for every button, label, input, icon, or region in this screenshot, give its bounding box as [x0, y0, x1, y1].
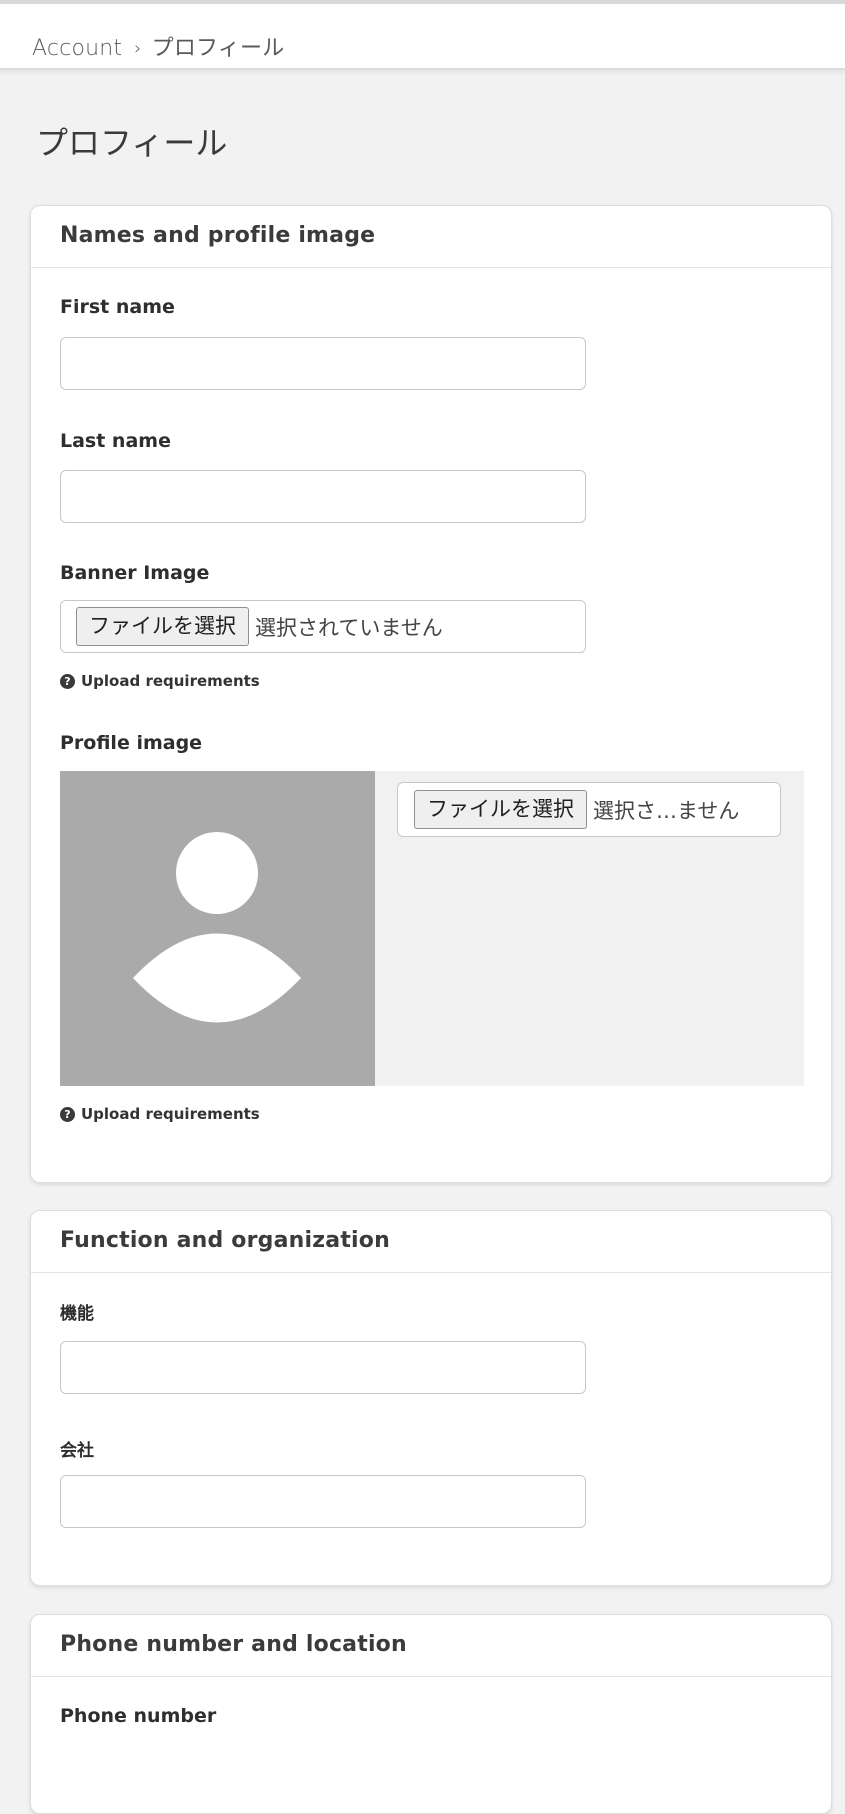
banner-upload-requirements-text: Upload requirements	[81, 672, 260, 690]
breadcrumb-account-link[interactable]: Account	[32, 36, 122, 61]
phone-card-header: Phone number and location	[31, 1615, 831, 1677]
names-card-title: Names and profile image	[60, 223, 376, 248]
first-name-label: First name	[60, 296, 175, 318]
question-circle-icon: ?	[60, 1106, 75, 1122]
profile-file-status: 選択さ…ません	[593, 798, 740, 823]
first-name-input[interactable]	[60, 337, 586, 390]
profile-choose-file-button[interactable]: ファイルを選択	[414, 790, 587, 829]
top-bar: Account › プロフィール	[0, 0, 845, 70]
names-card-header: Names and profile image	[31, 206, 831, 268]
company-input[interactable]	[60, 1475, 586, 1528]
company-label: 会社	[60, 1441, 94, 1461]
profile-image-zone: ファイルを選択 選択さ…ません	[60, 771, 804, 1086]
banner-image-file-input[interactable]: ファイルを選択 選択されていません	[60, 600, 586, 653]
banner-image-label: Banner Image	[60, 562, 210, 584]
phone-card-title: Phone number and location	[60, 1632, 407, 1657]
phone-number-label: Phone number	[60, 1705, 217, 1727]
banner-file-status: 選択されていません	[255, 615, 443, 640]
last-name-input[interactable]	[60, 470, 586, 523]
last-name-label: Last name	[60, 430, 171, 452]
user-silhouette-icon	[133, 832, 301, 1023]
profile-upload-requirements-text: Upload requirements	[81, 1105, 260, 1123]
names-profile-card: Names and profile image First name Last …	[30, 205, 832, 1183]
question-circle-icon: ?	[60, 673, 75, 689]
phone-location-card: Phone number and location Phone number	[30, 1614, 832, 1814]
banner-choose-file-button[interactable]: ファイルを選択	[76, 607, 249, 646]
profile-upload-requirements[interactable]: ? Upload requirements	[60, 1105, 260, 1123]
profile-image-label: Profile image	[60, 732, 203, 754]
breadcrumb: Account › プロフィール	[32, 30, 284, 62]
function-card-header: Function and organization	[31, 1211, 831, 1273]
breadcrumb-separator: ›	[134, 38, 142, 59]
function-input[interactable]	[60, 1341, 586, 1394]
page-title: プロフィール	[36, 124, 228, 162]
avatar-placeholder	[60, 771, 375, 1086]
banner-upload-requirements[interactable]: ? Upload requirements	[60, 672, 260, 690]
function-label: 機能	[60, 1304, 94, 1324]
function-card-title: Function and organization	[60, 1228, 390, 1253]
breadcrumb-current: プロフィール	[151, 36, 285, 61]
function-organization-card: Function and organization 機能 会社	[30, 1210, 832, 1586]
profile-image-file-input[interactable]: ファイルを選択 選択さ…ません	[397, 782, 781, 837]
